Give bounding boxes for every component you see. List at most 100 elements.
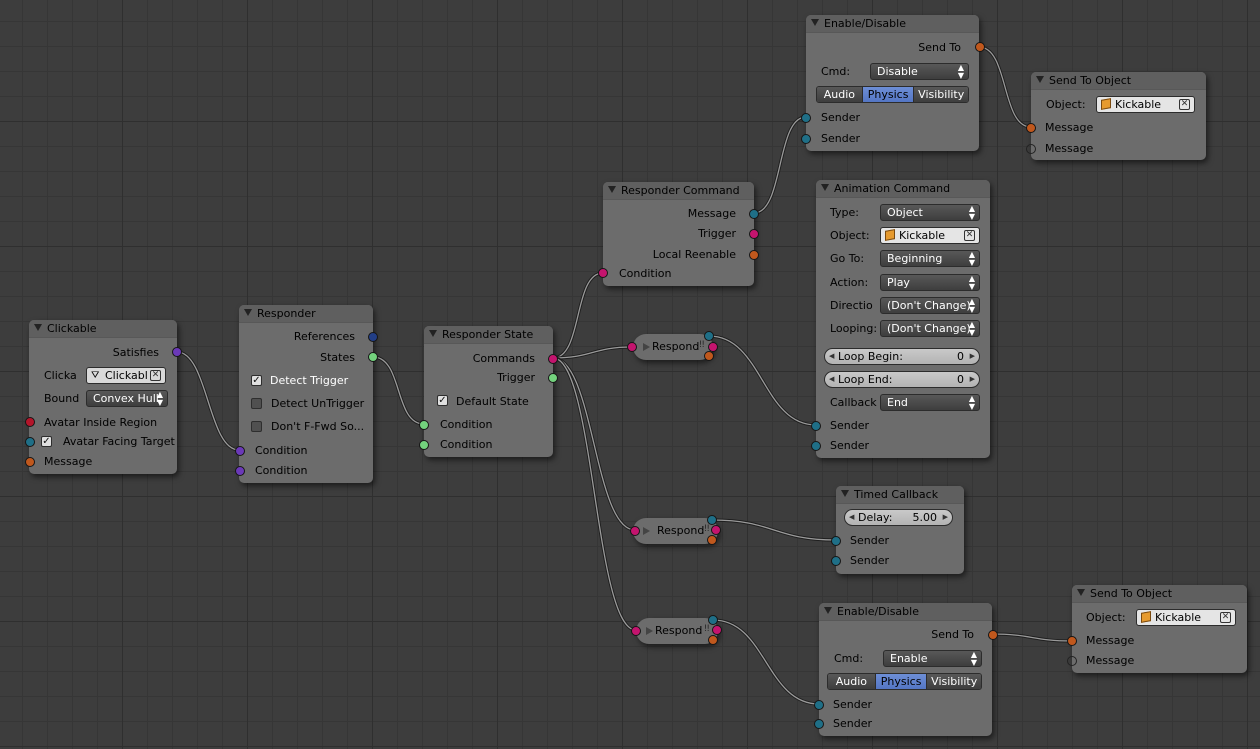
sender-socket-2[interactable] bbox=[831, 556, 841, 566]
physics-toggle[interactable]: Physics bbox=[875, 674, 928, 689]
commands-socket[interactable] bbox=[548, 354, 558, 364]
object-field[interactable]: Kickable ✕ bbox=[1136, 609, 1236, 626]
send-to-socket[interactable] bbox=[988, 630, 998, 640]
responder-command-node[interactable]: Responder Command Message Trigger Local … bbox=[598, 182, 759, 286]
message-socket-1[interactable] bbox=[1067, 636, 1077, 646]
send-to-socket[interactable] bbox=[975, 42, 985, 52]
collapse-icon[interactable] bbox=[1036, 76, 1044, 83]
collapse-icon[interactable] bbox=[821, 184, 829, 191]
send-to-object-node-1[interactable]: Send To Object Object: Kickable ✕ Messag… bbox=[1026, 72, 1206, 160]
cmd-select[interactable]: Disable ▲ ▼ bbox=[870, 63, 969, 80]
message-socket-1[interactable] bbox=[1026, 123, 1036, 133]
direction-select[interactable]: (Don't Change) ▲ ▼ bbox=[880, 297, 980, 314]
avatar-facing-checkbox[interactable]: ✓ bbox=[41, 436, 52, 447]
node-header[interactable]: Send To Object bbox=[1031, 72, 1206, 90]
respond-3-trigger-socket[interactable] bbox=[712, 625, 722, 635]
send-to-object-node-2[interactable]: Send To Object Object: Kickable ✕ Messag… bbox=[1067, 585, 1247, 673]
audio-toggle[interactable]: Audio bbox=[828, 674, 876, 689]
detect-trigger-checkbox[interactable]: ✓ bbox=[251, 375, 262, 386]
delay-field[interactable]: ◀ Delay: 5.00 ▶ bbox=[844, 509, 953, 526]
respond-3-out-socket[interactable] bbox=[708, 615, 718, 625]
sender-socket-1[interactable] bbox=[831, 536, 841, 546]
increment-icon[interactable]: ▶ bbox=[943, 510, 948, 525]
message-socket-2[interactable] bbox=[1026, 144, 1036, 154]
enable-disable-node-2[interactable]: Enable/Disable Send To Cmd: Enable ▲ ▼ Au… bbox=[814, 603, 998, 736]
clear-icon[interactable]: ✕ bbox=[150, 370, 161, 381]
collapse-icon[interactable] bbox=[824, 607, 832, 614]
goto-select[interactable]: Beginning ▲ ▼ bbox=[880, 250, 980, 267]
respond-1-reenable-socket[interactable] bbox=[704, 351, 714, 361]
collapse-icon[interactable] bbox=[34, 324, 42, 331]
increment-icon[interactable]: ▶ bbox=[970, 372, 975, 387]
clickable-node[interactable]: Clickable Satisfies Clicka ⛛ Clickabl ✕ … bbox=[25, 320, 182, 474]
condition-socket[interactable] bbox=[598, 268, 608, 278]
respond-node-2[interactable]: Respond!! bbox=[633, 518, 718, 544]
sender-socket-1[interactable] bbox=[801, 113, 811, 123]
collapse-icon[interactable] bbox=[1077, 589, 1085, 596]
clear-icon[interactable]: ✕ bbox=[964, 230, 975, 241]
condition-socket-2[interactable] bbox=[419, 440, 429, 450]
sender-socket-1[interactable] bbox=[811, 421, 821, 431]
object-field[interactable]: Kickable ✕ bbox=[1096, 96, 1195, 113]
trigger-socket[interactable] bbox=[749, 229, 759, 239]
cmd-select[interactable]: Enable ▲ ▼ bbox=[883, 650, 982, 667]
respond-2-in-socket[interactable] bbox=[630, 526, 640, 536]
decrement-icon[interactable]: ◀ bbox=[829, 372, 834, 387]
callback-select[interactable]: End ▲ ▼ bbox=[880, 394, 980, 411]
clicka-field[interactable]: ⛛ Clickabl ✕ bbox=[86, 367, 166, 384]
physics-toggle[interactable]: Physics bbox=[862, 87, 915, 102]
respond-node-3[interactable]: Respond!! bbox=[636, 618, 718, 644]
states-socket[interactable] bbox=[368, 352, 378, 362]
component-toggle-group[interactable]: Audio Physics Visibility bbox=[827, 673, 982, 690]
node-header[interactable]: Animation Command bbox=[816, 180, 990, 198]
audio-toggle[interactable]: Audio bbox=[817, 87, 863, 102]
trigger-socket[interactable] bbox=[548, 373, 558, 383]
detect-untrigger-checkbox[interactable] bbox=[251, 398, 262, 409]
sender-socket-2[interactable] bbox=[801, 134, 811, 144]
respond-2-reenable-socket[interactable] bbox=[707, 535, 717, 545]
respond-3-reenable-socket[interactable] bbox=[708, 635, 718, 645]
node-header[interactable]: Responder State bbox=[424, 326, 553, 344]
visibility-toggle[interactable]: Visibility bbox=[927, 674, 981, 689]
condition-socket-2[interactable] bbox=[235, 466, 245, 476]
sender-socket-2[interactable] bbox=[811, 441, 821, 451]
responder-state-node[interactable]: Responder State Commands Trigger ✓ Defau… bbox=[419, 326, 558, 457]
collapse-icon[interactable] bbox=[244, 309, 252, 316]
looping-select[interactable]: (Don't Change) ▲ ▼ bbox=[880, 320, 980, 337]
node-header[interactable]: Timed Callback bbox=[836, 486, 964, 504]
sender-socket-1[interactable] bbox=[814, 700, 824, 710]
collapse-icon[interactable] bbox=[643, 343, 650, 351]
animation-command-node[interactable]: Animation Command Type: Object ▲ ▼ Object:… bbox=[811, 180, 990, 458]
collapse-icon[interactable] bbox=[643, 527, 650, 535]
condition-socket-1[interactable] bbox=[419, 420, 429, 430]
satisfies-socket[interactable] bbox=[172, 347, 182, 357]
clear-icon[interactable]: ✕ bbox=[1179, 99, 1190, 110]
condition-socket-1[interactable] bbox=[235, 446, 245, 456]
timed-callback-node[interactable]: Timed Callback ◀ Delay: 5.00 ▶ Sender Se… bbox=[831, 486, 964, 574]
object-field[interactable]: Kickable ✕ bbox=[880, 227, 980, 244]
action-select[interactable]: Play ▲ ▼ bbox=[880, 274, 980, 291]
enable-disable-node-1[interactable]: Enable/Disable Send To Cmd: Disable ▲ ▼ A… bbox=[801, 15, 985, 151]
respond-node-1[interactable]: Respond!! bbox=[633, 334, 713, 360]
references-socket[interactable] bbox=[368, 332, 378, 342]
node-header[interactable]: Enable/Disable bbox=[806, 15, 979, 33]
collapse-icon[interactable] bbox=[429, 330, 437, 337]
collapse-icon[interactable] bbox=[646, 627, 653, 635]
local-reenable-socket[interactable] bbox=[749, 250, 759, 260]
message-socket[interactable] bbox=[25, 457, 35, 467]
node-header[interactable]: Send To Object bbox=[1072, 585, 1247, 603]
respond-2-trigger-socket[interactable] bbox=[711, 525, 721, 535]
component-toggle-group[interactable]: Audio Physics Visibility bbox=[816, 86, 969, 103]
node-header[interactable]: Enable/Disable bbox=[819, 603, 992, 621]
decrement-icon[interactable]: ◀ bbox=[849, 510, 854, 525]
avatar-facing-socket[interactable] bbox=[25, 437, 35, 447]
respond-1-in-socket[interactable] bbox=[627, 342, 637, 352]
respond-3-in-socket[interactable] bbox=[631, 626, 641, 636]
collapse-icon[interactable] bbox=[841, 490, 849, 497]
respond-1-out-socket[interactable] bbox=[704, 331, 714, 341]
dont-ffwd-checkbox[interactable] bbox=[251, 421, 262, 432]
visibility-toggle[interactable]: Visibility bbox=[914, 87, 968, 102]
default-state-checkbox[interactable]: ✓ bbox=[437, 395, 448, 406]
avatar-inside-socket[interactable] bbox=[25, 417, 35, 427]
clear-icon[interactable]: ✕ bbox=[1220, 612, 1231, 623]
